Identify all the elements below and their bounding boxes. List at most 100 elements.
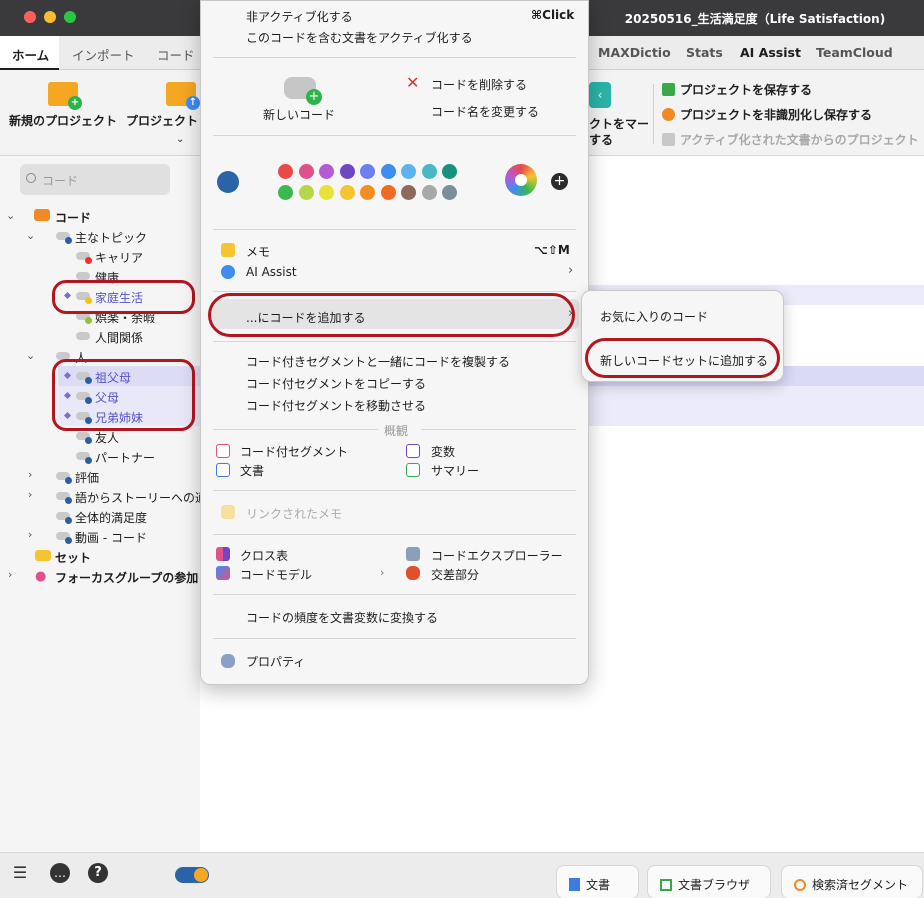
menu-deactivate[interactable]: 非アクティブ化する [246,8,353,25]
tree-root-codes[interactable]: コード [55,209,91,226]
menu-activate-documents[interactable]: このコードを含む文書をアクティブ化する [246,29,473,46]
tab-home[interactable]: ホーム [12,45,49,64]
menu-memo[interactable]: メモ [246,243,270,260]
menu-properties[interactable]: プロパティ [246,653,305,670]
color-swatch[interactable] [401,185,416,200]
tab-code[interactable]: コード [157,45,195,64]
menu-coded-segments[interactable]: コード付セグメント [240,443,348,460]
tree-item-partner[interactable]: パートナー [95,449,155,466]
menu-variables[interactable]: 変数 [431,443,455,460]
menu-copy-segments[interactable]: コード付セグメントをコピーする [246,375,426,392]
color-swatch[interactable] [360,185,375,200]
tree-item-evaluation[interactable]: 評価 [75,469,99,486]
chevron-right-icon[interactable]: › [28,528,32,541]
color-swatch[interactable] [401,164,416,179]
retrieved-segments-icon [794,879,806,891]
menu-documents[interactable]: 文書 [240,462,264,479]
color-swatch[interactable] [298,164,314,179]
menu-crosstab[interactable]: クロス表 [240,547,288,564]
retrieved-segments-label: 検索済セグメント [812,878,909,892]
toggle-icon[interactable] [175,867,209,883]
color-dot [65,477,72,484]
focus-group-icon: ● [35,569,47,584]
app-window: 20250516_生活満足度（Life Satisfaction) ホーム イン… [0,0,924,898]
sliders-icon[interactable]: ☰ [10,863,30,883]
minimize-window-button[interactable] [44,11,56,23]
color-swatch[interactable] [319,185,334,200]
tree-item-video[interactable]: 動画 - コード [75,529,147,546]
menu-intersection[interactable]: 交差部分 [431,566,479,583]
tab-ai-assist[interactable]: AI Assist [740,45,801,60]
code-icon [76,332,90,340]
sets-icon [35,550,51,561]
menu-code-explorer[interactable]: コードエクスプローラー [431,547,563,564]
search-input[interactable]: コード [20,164,170,195]
retrieved-segments-button[interactable]: 検索済セグメント [781,865,923,898]
tab-maxdictio[interactable]: MAXDictio [598,45,671,60]
anonymize-save-button[interactable]: プロジェクトを非識別化し保存する [662,106,872,123]
chat-icon[interactable]: … [50,863,70,883]
menu-separator [213,534,576,535]
documents-icon [216,463,230,477]
color-swatch[interactable] [421,164,437,179]
color-dot [85,257,92,264]
close-window-button[interactable] [24,11,36,23]
current-color-swatch[interactable] [217,171,239,193]
chevron-down-icon[interactable]: ⌄ [26,349,35,362]
color-swatch[interactable] [421,185,437,200]
color-swatch[interactable] [360,164,375,179]
color-swatch[interactable] [339,185,355,200]
tree-item-sets[interactable]: セット [55,549,91,566]
documents-label: 文書 [586,878,611,892]
tab-teamcloud[interactable]: TeamCloud [816,45,893,60]
chevron-down-icon[interactable]: ⌄ [26,229,35,242]
chevron-down-icon[interactable]: ⌄ [6,209,15,222]
tree-item-career[interactable]: キャリア [95,249,143,266]
color-swatch[interactable] [278,185,293,200]
add-color-icon[interactable]: + [551,173,568,190]
save-project-button[interactable]: プロジェクトを保存する [662,81,812,98]
tree-item-story[interactable]: 語からストーリーへの適 [75,489,207,506]
chevron-right-icon[interactable]: › [28,468,32,481]
color-swatch[interactable] [442,185,457,200]
color-swatch[interactable] [298,185,314,200]
chevron-right-icon[interactable]: › [28,488,32,501]
new-project-button[interactable]: + 新規のプロジェクト [6,82,120,129]
chevron-right-icon[interactable]: › [8,568,12,581]
color-swatch[interactable] [319,164,334,179]
help-icon[interactable]: ? [88,863,108,883]
menu-summary[interactable]: サマリー [431,462,479,479]
menu-new-code[interactable]: 新しいコード [263,106,335,123]
submenu-favorites[interactable]: お気に入りのコード [600,308,708,325]
menu-rename-code[interactable]: コード名を変更する [431,103,539,120]
menu-convert-frequency[interactable]: コードの頻度を文書変数に変換する [246,609,438,626]
tree-item-focus-group[interactable]: フォーカスグループの参加 [55,569,198,586]
menu-code-model[interactable]: コードモデル [240,566,312,583]
menu-move-segments[interactable]: コード付セグメントを移動させる [246,397,426,414]
color-swatch[interactable] [339,164,355,179]
color-wheel-icon[interactable] [505,164,537,196]
menu-ai-assist[interactable]: AI Assist [246,265,297,279]
color-dot [65,517,72,524]
folder-icon [662,133,675,146]
color-swatch[interactable] [278,164,293,179]
tree-item-overall[interactable]: 全体的満足度 [75,509,147,526]
menu-separator [213,341,576,342]
tab-import[interactable]: インポート [72,45,135,64]
menu-delete-code[interactable]: コードを削除する [431,76,527,93]
tree-item-relationships[interactable]: 人間関係 [95,329,143,346]
doc-browser-button[interactable]: 文書ブラウザ [647,865,771,898]
tree-item-main-topics[interactable]: 主なトピック [75,229,147,246]
mark-project-button[interactable]: クトをマー する [589,116,649,148]
menu-separator [213,594,576,595]
tree-item-friends[interactable]: 友人 [95,429,119,446]
color-swatch[interactable] [442,164,457,179]
zoom-window-button[interactable] [64,11,76,23]
tab-stats[interactable]: Stats [686,45,723,60]
color-swatch[interactable] [380,185,396,200]
menu-duplicate-code[interactable]: コード付きセグメントと一緒にコードを複製する [246,353,510,370]
documents-button[interactable]: 文書 [556,865,639,898]
anonymize-save-label: プロジェクトを非識別化し保存する [680,108,873,122]
project-button[interactable]: ↑ プロジェクト ⌄ [126,82,206,145]
color-swatch[interactable] [380,164,396,179]
